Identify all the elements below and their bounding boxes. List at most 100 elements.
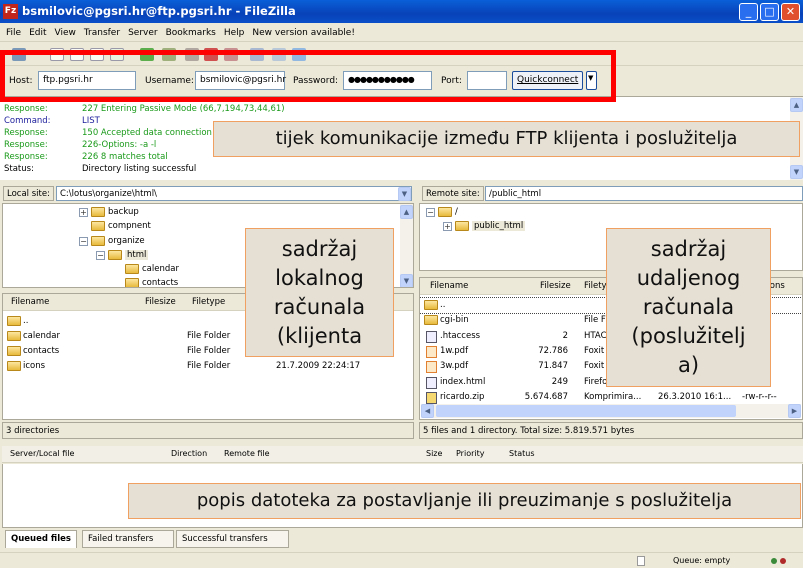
tab-failed-transfers[interactable]: Failed transfers xyxy=(82,530,174,548)
tree-item[interactable]: − / xyxy=(426,205,458,219)
tree-item[interactable]: + backup xyxy=(79,205,139,219)
filezilla-logo-icon: Fz xyxy=(3,4,18,19)
folder-icon xyxy=(424,315,438,326)
folder-icon xyxy=(91,236,105,246)
quickconnect-button[interactable]: Quickconnect xyxy=(512,71,583,90)
port-input[interactable] xyxy=(467,71,507,90)
folder-icon xyxy=(424,300,438,310)
folder-icon xyxy=(455,221,469,231)
menu-bookmarks[interactable]: Bookmarks xyxy=(166,28,216,38)
collapse-icon[interactable]: − xyxy=(79,236,88,246)
log-line: Response: 227 Entering Passive Mode (66,7… xyxy=(4,104,285,114)
tree-item[interactable]: calendar xyxy=(125,262,179,276)
tab-queued-files[interactable]: Queued files xyxy=(5,530,77,548)
quickconnect-bar: Host: ftp.pgsri.hr Username: bsmilovic@p… xyxy=(0,67,803,94)
remote-hscrollbar[interactable]: ◀ ▶ xyxy=(421,404,801,418)
menu-edit[interactable]: Edit xyxy=(29,28,46,38)
remote-path-input[interactable]: /public_html xyxy=(485,186,803,201)
column-direction[interactable]: Direction xyxy=(171,449,207,458)
doc-file-icon xyxy=(426,376,437,389)
disconnect-icon[interactable] xyxy=(204,48,218,61)
site-manager-icon[interactable] xyxy=(12,48,26,61)
port-label: Port: xyxy=(441,76,462,86)
menu-transfer[interactable]: Transfer xyxy=(84,28,120,38)
tree-item[interactable]: contacts xyxy=(125,276,178,287)
local-path-input[interactable]: C:\lotus\organize\html\ xyxy=(56,186,412,201)
close-button[interactable]: ✕ xyxy=(781,3,800,21)
file-row[interactable]: icons File Folder 21.7.2009 22:24:17 xyxy=(3,359,413,374)
column-filename[interactable]: Filename xyxy=(430,281,468,291)
menu-view[interactable]: View xyxy=(55,28,76,38)
username-label: Username: xyxy=(145,76,194,86)
menu-file[interactable]: File xyxy=(6,28,21,38)
scroll-up-icon[interactable]: ▲ xyxy=(400,205,413,219)
minimize-button[interactable]: _ xyxy=(739,3,758,21)
tab-successful-transfers[interactable]: Successful transfers xyxy=(176,530,289,548)
tree-item[interactable]: compnent xyxy=(91,219,151,233)
password-input[interactable]: ●●●●●●●●●●● xyxy=(343,71,432,90)
remote-site-bar: Remote site: /public_html xyxy=(419,184,803,202)
refresh-icon[interactable] xyxy=(140,48,154,61)
column-remote-file[interactable]: Remote file xyxy=(224,449,270,458)
log-line: Command: LIST xyxy=(4,116,100,126)
menu-help[interactable]: Help xyxy=(224,28,245,38)
compare-icon[interactable] xyxy=(272,48,286,61)
remote-annotation: sadržaj udaljenog računala (poslužitelj a) xyxy=(606,228,771,387)
cancel-icon[interactable] xyxy=(185,48,199,61)
scroll-left-icon[interactable]: ◀ xyxy=(421,404,434,418)
toolbar xyxy=(0,44,803,66)
pdf-file-icon xyxy=(426,345,437,358)
column-filename[interactable]: Filename xyxy=(11,297,49,307)
scroll-up-icon[interactable]: ▲ xyxy=(790,98,803,112)
scroll-down-icon[interactable]: ▼ xyxy=(790,165,803,179)
column-filetype[interactable]: Filetype xyxy=(192,297,225,307)
host-input[interactable]: ftp.pgsri.hr xyxy=(38,71,136,90)
folder-icon xyxy=(7,331,21,341)
folder-icon xyxy=(125,264,139,274)
queue-header: Server/Local file Direction Remote file … xyxy=(2,446,803,463)
column-priority[interactable]: Priority xyxy=(456,449,484,458)
toggle-log-icon[interactable] xyxy=(50,48,64,61)
local-path-dropdown-icon[interactable]: ▼ xyxy=(398,187,411,201)
speed-limit-icon[interactable] xyxy=(637,556,645,566)
local-tree-scrollbar[interactable]: ▲ ▼ xyxy=(400,204,413,287)
tree-item[interactable]: + public_html xyxy=(443,219,526,233)
toggle-queue-icon[interactable] xyxy=(110,48,124,61)
quickconnect-dropdown-icon[interactable]: ▼ xyxy=(586,71,597,90)
scroll-down-icon[interactable]: ▼ xyxy=(400,274,413,287)
local-annotation: sadržaj lokalnog računala (klijenta xyxy=(245,228,394,357)
username-input[interactable]: bsmilovic@pgsri.hr xyxy=(195,71,286,90)
column-filetype[interactable]: Filety xyxy=(584,281,607,291)
column-filesize[interactable]: Filesize xyxy=(145,297,176,307)
expand-icon[interactable]: + xyxy=(443,221,452,231)
directory-listing-filter-icon[interactable] xyxy=(250,48,264,61)
folder-icon xyxy=(7,346,21,356)
scroll-thumb[interactable] xyxy=(436,405,736,417)
column-filesize[interactable]: Filesize xyxy=(540,281,571,291)
menu-bar: File Edit View Transfer Server Bookmarks… xyxy=(0,24,803,42)
log-line: Status: Directory listing successful xyxy=(4,164,197,174)
local-site-bar: Local site: C:\lotus\organize\html\ ▼ xyxy=(0,184,414,202)
sync-browse-icon[interactable] xyxy=(292,48,306,61)
maximize-button[interactable]: □ xyxy=(760,3,779,21)
log-line: Response: 226 8 matches total xyxy=(4,152,168,162)
column-size[interactable]: Size xyxy=(426,449,442,458)
menu-server[interactable]: Server xyxy=(128,28,158,38)
column-status[interactable]: Status xyxy=(509,449,535,458)
process-queue-icon[interactable] xyxy=(162,48,176,61)
collapse-icon[interactable]: − xyxy=(96,250,105,260)
tree-item[interactable]: − organize xyxy=(79,234,145,248)
file-row[interactable]: ricardo.zip 5.674.687 Komprimira... 26.3.20… xyxy=(420,390,802,405)
menu-new-version[interactable]: New version available! xyxy=(252,28,355,38)
toggle-remote-tree-icon[interactable] xyxy=(90,48,104,61)
expand-icon[interactable]: + xyxy=(79,207,88,217)
collapse-icon[interactable]: − xyxy=(426,207,435,217)
reconnect-icon[interactable] xyxy=(224,48,238,61)
folder-icon xyxy=(91,221,105,231)
scroll-right-icon[interactable]: ▶ xyxy=(788,404,801,418)
tree-item-selected[interactable]: − html xyxy=(96,248,149,262)
title-bar: bsmilovic@pgsri.hr@ftp.pgsri.hr - FileZi… xyxy=(0,0,803,23)
column-server-local-file[interactable]: Server/Local file xyxy=(10,449,74,458)
toggle-tree-icon[interactable] xyxy=(70,48,84,61)
pdf-file-icon xyxy=(426,361,437,374)
